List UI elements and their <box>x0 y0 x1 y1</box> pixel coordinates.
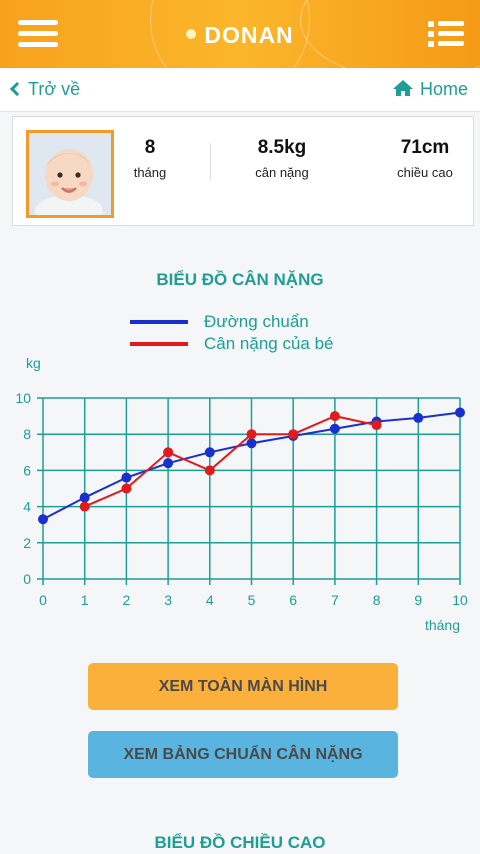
y-tick-label: 2 <box>23 535 31 551</box>
height-stat: 71cm chiều cao <box>370 137 480 180</box>
app-title-text: DONAN <box>204 22 294 48</box>
data-point-standard <box>329 423 340 434</box>
standard-table-button[interactable]: XEM BẢNG CHUẨN CÂN NẶNG <box>88 731 398 778</box>
weight-chart-title: BIỂU ĐỒ CÂN NẶNG <box>156 270 324 289</box>
app-title: DONAN <box>0 22 480 49</box>
age-value: 8 <box>144 137 156 158</box>
data-point-standard <box>455 407 465 418</box>
x-tick-label: 3 <box>164 592 172 608</box>
data-point-standard <box>163 458 174 469</box>
height-chart-title: BIỂU ĐỒ CHIỀU CAO <box>154 833 326 852</box>
baby-profile-card: 8 tháng 8.5kg cân nặng 71cm chiều cao <box>12 116 474 226</box>
data-point-standard <box>204 447 215 458</box>
legend-standard-swatch <box>130 320 188 324</box>
y-tick-label: 0 <box>23 571 31 587</box>
data-point-baby <box>204 465 215 476</box>
fullscreen-button[interactable]: XEM TOÀN MÀN HÌNH <box>88 663 398 710</box>
y-tick-label: 10 <box>15 390 31 406</box>
x-tick-label: 0 <box>39 592 47 608</box>
stat-divider <box>210 143 211 179</box>
age-label: tháng <box>133 165 167 180</box>
home-label: Home <box>419 79 468 99</box>
x-tick-label: 7 <box>331 592 339 608</box>
home-link[interactable]: Home <box>392 79 468 100</box>
x-tick-label: 4 <box>206 592 214 608</box>
chevron-left-icon <box>9 81 25 97</box>
y-tick-label: 8 <box>23 426 31 442</box>
data-point-baby <box>246 429 257 440</box>
height-label: chiều cao <box>397 165 453 180</box>
legend-baby-swatch <box>130 342 188 346</box>
data-point-standard <box>79 492 90 503</box>
x-tick-label: 5 <box>248 592 256 608</box>
data-point-standard <box>38 514 48 525</box>
y-tick-label: 4 <box>23 499 31 515</box>
x-axis-label: tháng <box>425 617 460 633</box>
x-tick-label: 10 <box>452 592 468 608</box>
x-tick-label: 1 <box>81 592 89 608</box>
height-value: 71cm <box>400 137 450 158</box>
app-header: DONAN <box>0 0 480 68</box>
back-label: Trở về <box>28 79 81 99</box>
x-tick-label: 8 <box>373 592 381 608</box>
x-tick-label: 2 <box>123 592 131 608</box>
weight-chart: kg 0 1 2 3 4 5 6 7 8 9 10 0 2 4 6 8 10 tháng <box>15 355 468 633</box>
x-tick-label: 9 <box>414 592 422 608</box>
list-menu-icon[interactable] <box>428 20 464 48</box>
data-point-baby <box>163 447 174 458</box>
weight-stat: 8.5kg cân nặng <box>227 137 337 180</box>
data-point-baby <box>121 483 132 494</box>
weight-value: 8.5kg <box>257 137 307 158</box>
y-tick-label: 6 <box>23 462 31 478</box>
data-point-baby <box>288 429 299 440</box>
home-icon <box>392 80 413 96</box>
legend-standard-label: Đường chuẩn <box>204 312 309 331</box>
back-link[interactable]: Trở về <box>9 79 81 100</box>
age-stat: 8 tháng <box>95 137 205 180</box>
y-axis-label: kg <box>26 355 41 371</box>
data-point-standard <box>121 472 132 483</box>
data-point-standard <box>413 412 424 423</box>
weight-label: cân nặng <box>255 165 309 180</box>
x-tick-label: 6 <box>289 592 297 608</box>
title-dot-icon <box>186 29 197 39</box>
data-point-standard <box>246 438 257 449</box>
data-point-baby <box>329 411 340 422</box>
data-point-baby <box>371 420 382 431</box>
navigation-bar: Trở về Home <box>0 68 480 112</box>
data-point-baby <box>79 501 90 512</box>
